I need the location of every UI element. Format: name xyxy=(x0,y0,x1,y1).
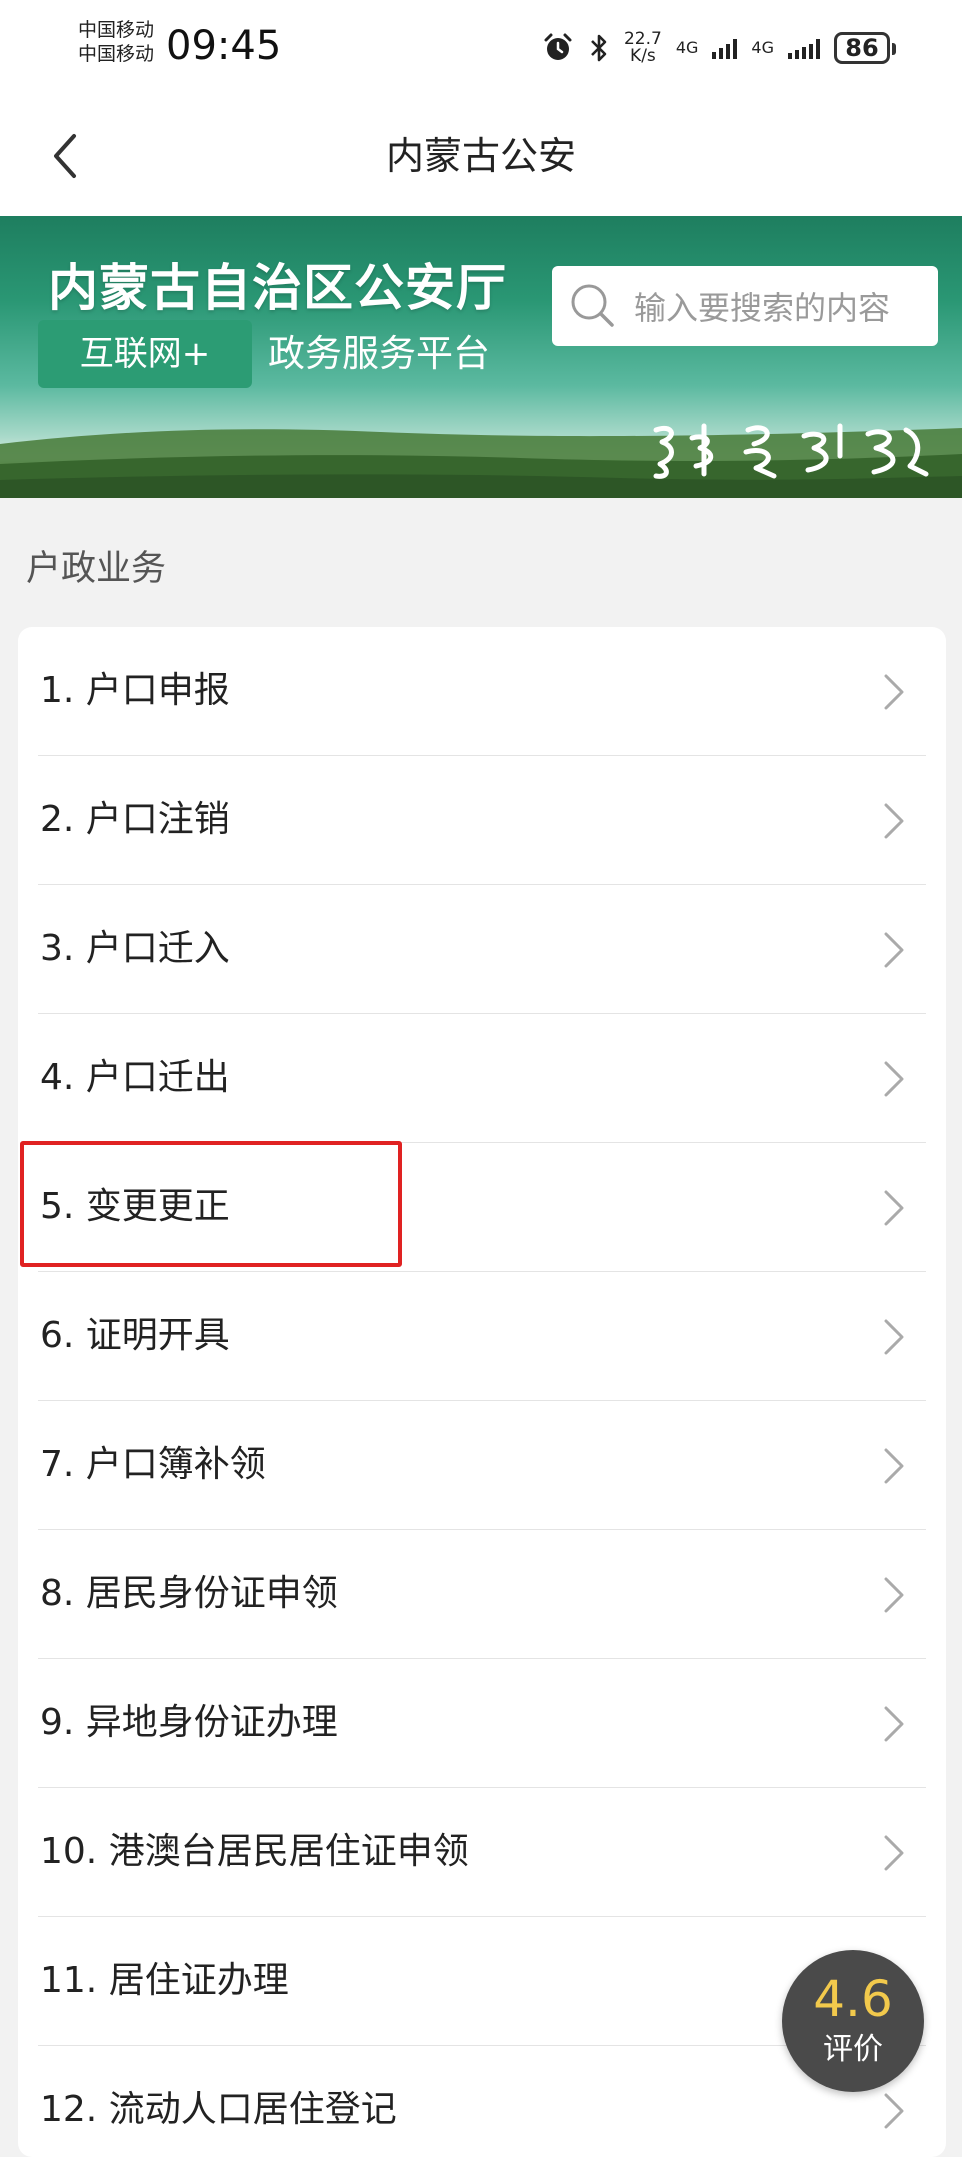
chevron-right-icon xyxy=(884,1448,904,1484)
list-item-10[interactable]: 10. 港澳台居民居住证申领 xyxy=(18,1788,946,1917)
header-banner: 内蒙古自治区公安厅 互联网+ 政务服务平台 输入要搜索的内容 xyxy=(0,216,962,498)
carrier-1: 中国移动 xyxy=(78,19,155,41)
list-item-2[interactable]: 2. 户口注销 xyxy=(18,756,946,885)
list-item-8[interactable]: 8. 居民身份证申领 xyxy=(18,1530,946,1659)
list-item-label: 12. 流动人口居住登记 xyxy=(40,2089,397,2130)
list-item-9[interactable]: 9. 异地身份证办理 xyxy=(18,1659,946,1788)
chevron-right-icon xyxy=(884,674,904,710)
chevron-right-icon xyxy=(884,803,904,839)
status-icons: 22.7 K/s 4G 4G 86 xyxy=(542,26,896,70)
net-type-2: 4G xyxy=(751,38,774,57)
list-item-label: 6. 证明开具 xyxy=(40,1315,230,1356)
banner-tag: 互联网+ xyxy=(38,320,252,388)
network-speed: 22.7 K/s xyxy=(624,31,662,65)
mongolian-script-logo xyxy=(653,423,929,479)
chevron-right-icon xyxy=(884,2093,904,2129)
battery-icon: 86 xyxy=(834,32,896,64)
list-item-label: 9. 异地身份证办理 xyxy=(40,1702,338,1743)
search-icon xyxy=(571,284,614,327)
search-placeholder: 输入要搜索的内容 xyxy=(634,289,891,327)
rating-button[interactable]: 4.6 评价 xyxy=(782,1950,924,2092)
chevron-right-icon xyxy=(884,1319,904,1355)
chevron-right-icon xyxy=(884,1835,904,1871)
signal-bars-2-icon xyxy=(788,37,820,59)
chevron-right-icon xyxy=(884,1577,904,1613)
battery-level: 86 xyxy=(845,34,879,62)
banner-title: 内蒙古自治区公安厅 xyxy=(48,259,507,317)
chevron-right-icon xyxy=(884,1706,904,1742)
list-item-4[interactable]: 4. 户口迁出 xyxy=(18,1014,946,1143)
status-bar: 中国移动 中国移动 09:45 22.7 K/s 4G 4G 86 xyxy=(0,0,962,96)
list-item-label: 2. 户口注销 xyxy=(40,799,230,840)
list-item-label: 11. 居住证办理 xyxy=(40,1960,289,2001)
list-item-7[interactable]: 7. 户口簿补领 xyxy=(18,1401,946,1530)
list-item-6[interactable]: 6. 证明开具 xyxy=(18,1272,946,1401)
signal-2: 4G xyxy=(751,40,774,56)
list-item-label: 3. 户口迁入 xyxy=(40,928,230,969)
search-input[interactable]: 输入要搜索的内容 xyxy=(552,266,938,346)
carrier-info: 中国移动 中国移动 xyxy=(78,18,154,66)
page-title: 内蒙古公安 xyxy=(385,134,576,178)
service-list: 1. 户口申报 2. 户口注销 3. 户口迁入 4. 户口迁出 5. 变更更正 … xyxy=(18,627,946,2157)
highlight-box xyxy=(20,1141,402,1267)
list-item-1[interactable]: 1. 户口申报 xyxy=(18,627,946,756)
list-item-label: 10. 港澳台居民居住证申领 xyxy=(40,1831,469,1872)
list-item-label: 7. 户口簿补领 xyxy=(40,1444,266,1485)
net-type-1: 4G xyxy=(675,38,699,57)
chevron-right-icon xyxy=(884,932,904,968)
bluetooth-icon xyxy=(591,34,607,62)
list-item-label: 1. 户口申报 xyxy=(40,670,230,711)
status-time: 09:45 xyxy=(166,23,282,69)
list-item-label: 8. 居民身份证申领 xyxy=(40,1573,338,1614)
rating-score: 4.6 xyxy=(813,1970,893,2028)
chevron-right-icon xyxy=(884,1190,904,1226)
chevron-right-icon xyxy=(884,1061,904,1097)
nav-bar: 内蒙古公安 xyxy=(0,96,962,216)
alarm-icon xyxy=(544,33,572,60)
carrier-2: 中国移动 xyxy=(78,43,155,65)
list-item-label: 4. 户口迁出 xyxy=(40,1057,230,1098)
banner-subtitle: 政务服务平台 xyxy=(268,332,490,375)
section-title: 户政业务 xyxy=(26,549,167,589)
signal-1: 4G xyxy=(676,40,699,56)
list-item-3[interactable]: 3. 户口迁入 xyxy=(18,885,946,1014)
speed-unit: K/s xyxy=(630,46,656,66)
rating-label: 评价 xyxy=(823,2032,883,2067)
signal-bars-1-icon xyxy=(712,37,738,59)
